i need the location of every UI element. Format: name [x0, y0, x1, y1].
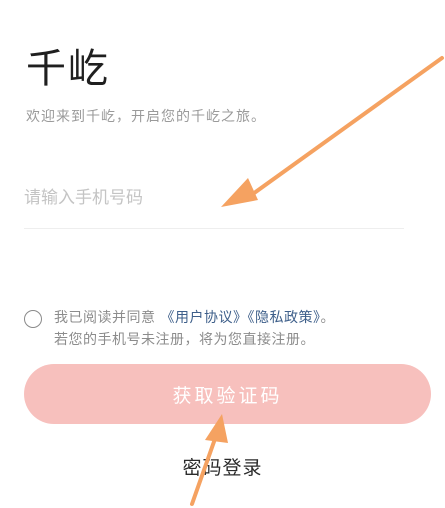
register-hint: 若您的手机号未注册，将为您直接注册。 — [54, 332, 315, 348]
user-agreement-link[interactable]: 《用户协议》 — [160, 310, 247, 326]
agree-suffix: 。 — [320, 310, 335, 326]
password-login-link[interactable]: 密码登录 — [0, 453, 445, 480]
welcome-text: 欢迎来到千屹，开启您的千屹之旅。 — [26, 109, 266, 125]
agree-prefix: 我已阅读并同意 — [54, 310, 156, 326]
agree-radio[interactable] — [24, 310, 42, 328]
get-code-button[interactable]: 获取验证码 — [24, 364, 431, 424]
phone-input[interactable] — [24, 178, 404, 218]
agreement-text: 我已阅读并同意 《用户协议》《隐私政策》。 — [54, 308, 335, 329]
input-underline — [24, 228, 404, 229]
privacy-policy-link[interactable]: 《隐私政策》 — [247, 310, 320, 326]
app-title: 千屹 — [26, 46, 110, 92]
